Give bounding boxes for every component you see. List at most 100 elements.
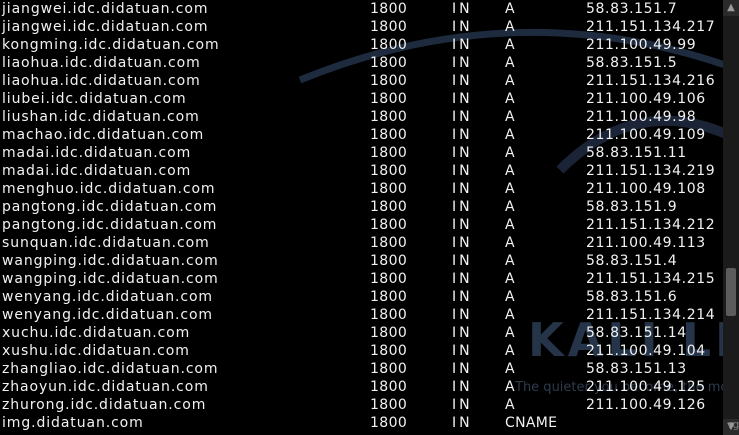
record-class: IN [452,325,473,341]
record-ttl: 1800 [370,109,408,125]
record-type: A [505,361,515,377]
record-ttl: 1800 [370,145,408,161]
record-type: A [505,109,515,125]
record-type: A [505,199,515,215]
record-value: 58.83.151.6 [586,289,678,305]
record-host: jiangwei.idc.didatuan.com [2,1,209,17]
record-type: A [505,181,515,197]
record-ttl: 1800 [370,163,408,179]
scroll-thumb[interactable] [726,268,736,316]
record-class: IN [452,361,473,377]
record-class: IN [452,235,473,251]
record-type: CNAME [505,415,558,431]
record-class: IN [452,397,473,413]
record-type: A [505,289,515,305]
record-ttl: 1800 [370,271,408,287]
record-ttl: 1800 [370,289,408,305]
record-ttl: 1800 [370,397,408,413]
record-value: 58.83.151.14 [586,325,687,341]
record-value: 211.100.49.98 [586,109,697,125]
dns-record-row: kongming.idc.didatuan.com 1800 IN A 211.100.… [0,36,722,54]
record-ttl: 1800 [370,73,408,89]
record-host: wangping.idc.didatuan.com [2,253,219,269]
dns-record-row: xushu.idc.didatuan.com 1800 IN A 211.100.49.… [0,342,722,360]
record-class: IN [452,271,473,287]
record-value: 211.100.49.125 [586,379,706,395]
record-ttl: 1800 [370,181,408,197]
dns-record-row: madai.idc.didatuan.com 1800 IN A 211.151.134… [0,162,722,180]
dns-record-row: zhangliao.idc.didatuan.com 1800 IN A 58.83.1… [0,360,722,378]
record-type: A [505,19,515,35]
record-ttl: 1800 [370,19,408,35]
record-class: IN [452,55,473,71]
record-type: A [505,235,515,251]
record-type: A [505,271,515,287]
record-ttl: 1800 [370,253,408,269]
record-ttl: 1800 [370,127,408,143]
record-ttl: 1800 [370,343,408,359]
dns-record-row: wangping.idc.didatuan.com 1800 IN A 58.83.15… [0,252,722,270]
dns-record-row: liubei.idc.didatuan.com 1800 IN A 211.100.49… [0,90,722,108]
record-class: IN [452,199,473,215]
record-ttl: 1800 [370,235,408,251]
dns-record-row: zhurong.idc.didatuan.com 1800 IN A 211.100.4… [0,396,722,414]
record-type: A [505,343,515,359]
record-host: kongming.idc.didatuan.com [2,37,220,53]
record-host: pangtong.idc.didatuan.com [2,199,218,215]
record-type: A [505,1,515,17]
dns-record-row: menghuo.idc.didatuan.com 1800 IN A 211.100.4… [0,180,722,198]
record-type: A [505,163,515,179]
dns-record-row: zhaoyun.idc.didatuan.com 1800 IN A 211.100.4… [0,378,722,396]
record-class: IN [452,253,473,269]
record-class: IN [452,289,473,305]
dns-record-row: sunquan.idc.didatuan.com 1800 IN A 211.100.4… [0,234,722,252]
record-host: madai.idc.didatuan.com [2,145,192,161]
record-class: IN [452,127,473,143]
dns-record-row: jiangwei.idc.didatuan.com 1800 IN A 58.83.15… [0,0,722,18]
record-type: A [505,307,515,323]
record-class: IN [452,109,473,125]
record-host: sunquan.idc.didatuan.com [2,235,210,251]
record-value: 58.83.151.13 [586,361,687,377]
record-host: zhangliao.idc.didatuan.com [2,361,219,377]
record-type: A [505,253,515,269]
record-host: wangping.idc.didatuan.com [2,271,219,287]
dns-record-row: wangping.idc.didatuan.com 1800 IN A 211.151.… [0,270,722,288]
record-value: 211.151.134.212 [586,217,716,233]
dns-record-row: xuchu.idc.didatuan.com 1800 IN A 58.83.151.1… [0,324,722,342]
record-host: machao.idc.didatuan.com [2,127,205,143]
record-class: IN [452,181,473,197]
record-host: menghuo.idc.didatuan.com [2,181,216,197]
record-class: IN [452,307,473,323]
record-ttl: 1800 [370,55,408,71]
record-type: A [505,73,515,89]
record-class: IN [452,379,473,395]
record-host: xushu.idc.didatuan.com [2,343,190,359]
record-ttl: 1800 [370,1,408,17]
record-ttl: 1800 [370,307,408,323]
record-host: wenyang.idc.didatuan.com [2,289,213,305]
record-ttl: 1800 [370,325,408,341]
record-value: 211.100.49.106 [586,91,706,107]
vertical-scrollbar[interactable]: ▲ ▼ [723,0,739,435]
record-host: wenyang.idc.didatuan.com [2,307,213,323]
record-type: A [505,397,515,413]
record-host: img.didatuan.com [2,415,144,431]
dns-record-row: liushan.idc.didatuan.com 1800 IN A 211.100.4… [0,108,722,126]
dns-record-row: img.didatuan.com 1800 IN CNAME [0,414,722,432]
record-ttl: 1800 [370,217,408,233]
record-value: 211.100.49.108 [586,181,706,197]
scroll-up-arrow-icon[interactable]: ▲ [723,0,739,16]
dns-record-list: jiangwei.idc.didatuan.com 1800 IN A 58.83.15… [0,0,722,432]
record-class: IN [452,91,473,107]
dns-record-row: pangtong.idc.didatuan.com 1800 IN A 211.151.… [0,216,722,234]
record-ttl: 1800 [370,37,408,53]
terminal-window[interactable]: KALI LI The quieter you become, the more… [0,0,739,435]
record-value: 58.83.151.5 [586,55,678,71]
record-host: xuchu.idc.didatuan.com [2,325,191,341]
record-value: 211.151.134.216 [586,73,716,89]
dns-record-row: wenyang.idc.didatuan.com 1800 IN A 211.151.1… [0,306,722,324]
record-type: A [505,37,515,53]
record-type: A [505,379,515,395]
record-class: IN [452,19,473,35]
